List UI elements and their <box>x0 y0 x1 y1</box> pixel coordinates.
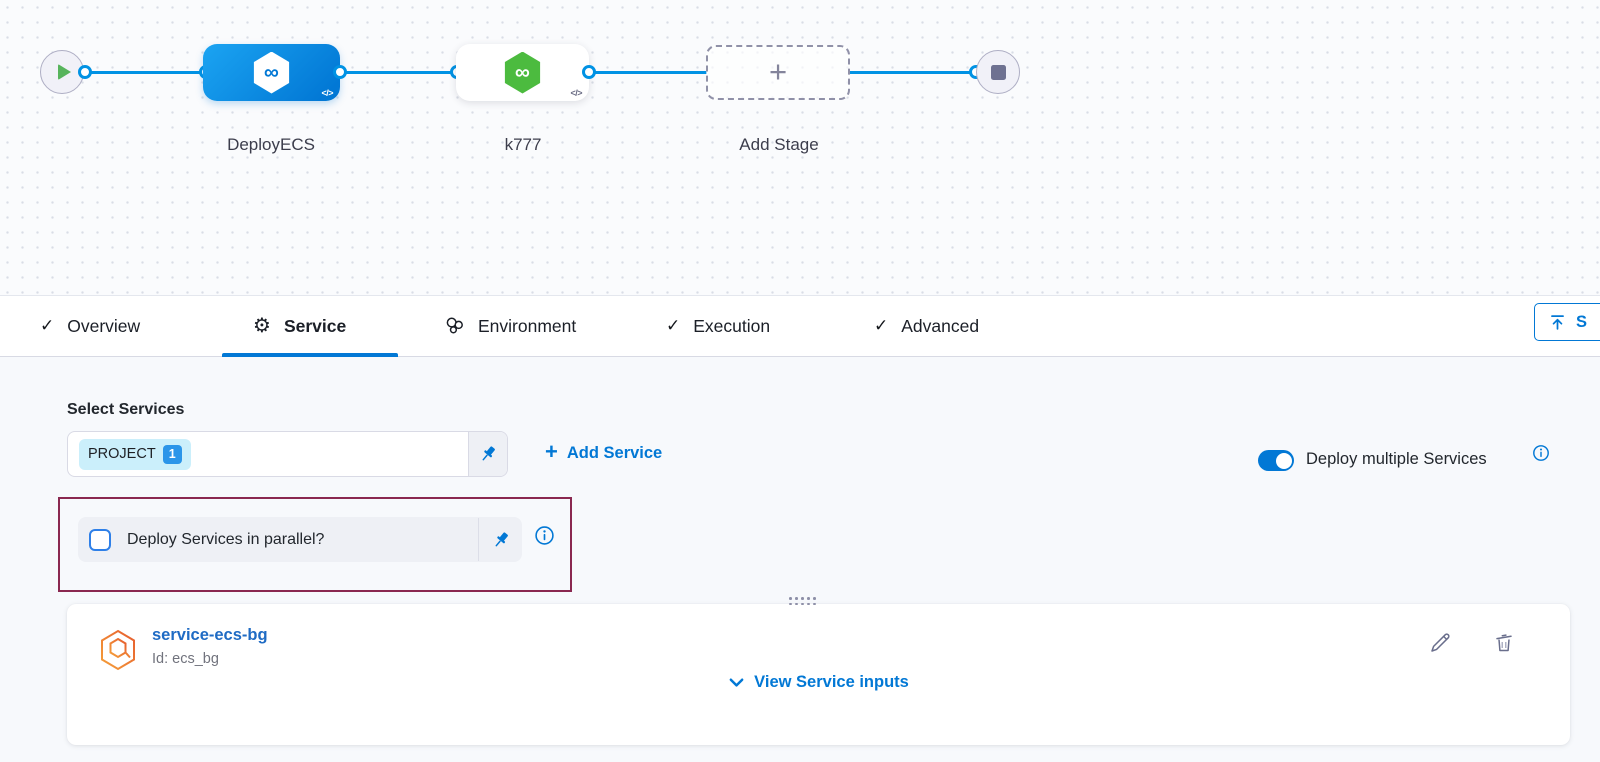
drag-handle[interactable] <box>789 597 816 605</box>
trash-icon <box>1492 631 1516 655</box>
stop-icon <box>991 65 1006 80</box>
tab-advanced[interactable]: ✓ Advanced <box>874 296 979 356</box>
view-inputs-label: View Service inputs <box>754 673 909 692</box>
pipeline-canvas[interactable]: ∞ </> ∞ </> + DeployECS k777 Add Stage <box>0 0 1600 296</box>
check-icon: ✓ <box>666 316 680 336</box>
edit-service-button[interactable] <box>1429 631 1453 660</box>
environment-icon <box>444 316 465 336</box>
connector-line <box>340 71 457 74</box>
stage-label-deployecs: DeployECS <box>191 135 351 155</box>
stage-card-deployecs[interactable]: ∞ </> <box>203 44 340 101</box>
stage-card-k777[interactable]: ∞ </> <box>456 44 589 101</box>
tab-service[interactable]: ⚙ Service <box>253 296 346 356</box>
pin-button[interactable] <box>468 432 507 476</box>
deploy-multiple-services-label: Deploy multiple Services <box>1306 450 1487 469</box>
tab-label: Advanced <box>901 316 979 337</box>
play-icon <box>58 64 71 80</box>
service-id-text: Id: ecs_bg <box>152 651 219 667</box>
project-chip-label: PROJECT <box>88 446 156 462</box>
connector-line <box>83 71 207 74</box>
upload-icon <box>1548 313 1567 332</box>
plus-icon: + <box>769 56 787 87</box>
service-tab-panel: Select Services PROJECT 1 + Add Service <box>0 357 1600 762</box>
check-icon: ✓ <box>40 316 54 336</box>
add-stage-label: Add Stage <box>699 135 859 155</box>
services-input[interactable]: PROJECT 1 <box>67 431 508 477</box>
connector-line <box>849 71 977 74</box>
view-service-inputs-button[interactable]: View Service inputs <box>67 673 1570 692</box>
chevron-down-icon <box>728 676 745 690</box>
connector-port[interactable] <box>582 65 596 79</box>
tab-label: Service <box>284 316 346 337</box>
tab-label: Overview <box>67 316 140 337</box>
deploy-parallel-label: Deploy Services in parallel? <box>127 531 324 549</box>
save-button-label: S <box>1576 313 1587 332</box>
pipeline-end-node <box>976 50 1020 94</box>
code-icon: </> <box>321 88 333 98</box>
deploy-parallel-field: Deploy Services in parallel? <box>78 517 522 562</box>
tab-label: Environment <box>478 316 576 337</box>
check-icon: ✓ <box>874 316 888 336</box>
add-service-label: Add Service <box>567 444 662 463</box>
delete-service-button[interactable] <box>1492 631 1516 660</box>
project-scope-chip[interactable]: PROJECT 1 <box>79 439 191 470</box>
gear-icon: ⚙ <box>253 316 271 336</box>
toggle-knob <box>1276 453 1292 469</box>
info-icon[interactable] <box>534 525 555 551</box>
harness-logo-icon: ∞ <box>252 52 292 94</box>
select-services-label: Select Services <box>67 401 184 419</box>
deploy-multiple-services-toggle[interactable] <box>1258 450 1294 471</box>
connector-port[interactable] <box>78 65 92 79</box>
service-card: service-ecs-bg Id: ecs_bg <box>67 604 1570 745</box>
tab-execution[interactable]: ✓ Execution <box>666 296 770 356</box>
connector-port[interactable] <box>333 65 347 79</box>
stage-label-k777: k777 <box>443 135 603 155</box>
pencil-icon <box>1429 631 1453 655</box>
service-hexagon-icon <box>98 629 138 671</box>
info-icon[interactable] <box>1532 444 1550 467</box>
tab-environment[interactable]: Environment <box>444 296 576 356</box>
stage-tabbar: ✓ Overview ⚙ Service Environment ✓ Execu… <box>0 296 1600 357</box>
connector-line <box>589 71 707 74</box>
tab-overview[interactable]: ✓ Overview <box>40 296 140 356</box>
harness-logo-icon: ∞ <box>503 52 543 94</box>
service-name-link[interactable]: service-ecs-bg <box>152 626 268 645</box>
deploy-parallel-checkbox[interactable] <box>89 529 111 551</box>
plus-icon: + <box>545 441 558 463</box>
pin-icon <box>478 444 498 464</box>
tab-label: Execution <box>693 316 770 337</box>
pipeline-stage-config-page: ∞ </> ∞ </> + DeployECS k777 Add Stage ✓… <box>0 0 1600 762</box>
add-service-button[interactable]: + Add Service <box>545 443 662 463</box>
code-icon: </> <box>570 88 582 98</box>
add-stage-button[interactable]: + <box>706 45 850 100</box>
save-button[interactable]: S <box>1534 303 1600 341</box>
pin-icon <box>491 530 511 550</box>
chip-count-badge: 1 <box>163 445 182 464</box>
pin-button[interactable] <box>479 518 522 562</box>
